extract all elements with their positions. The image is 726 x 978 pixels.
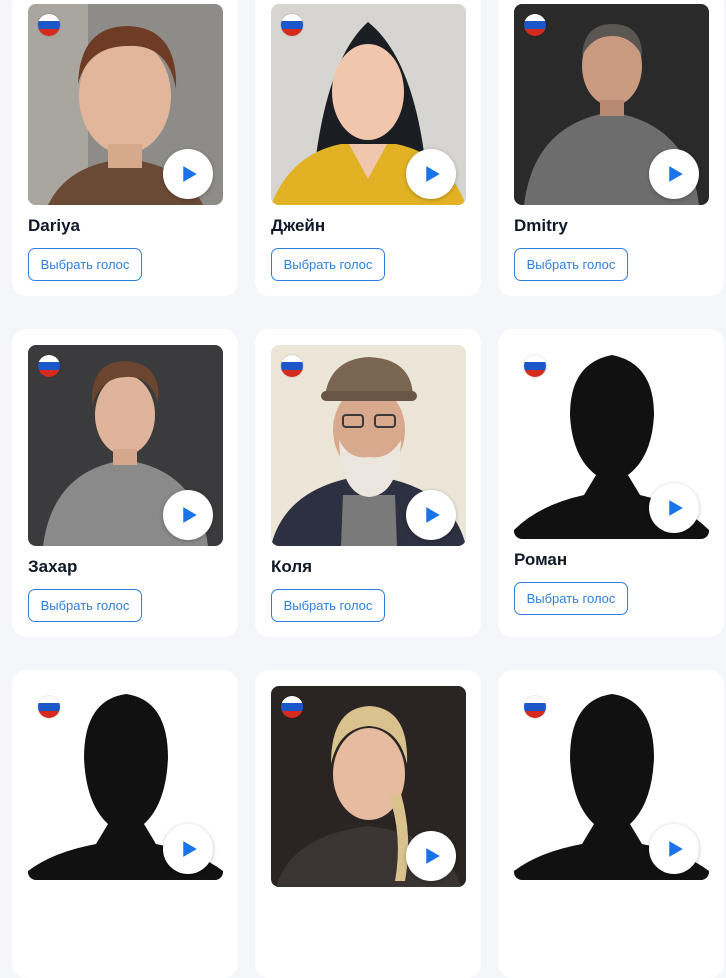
play-icon xyxy=(425,166,440,182)
voice-avatar-photo xyxy=(28,4,223,205)
select-voice-button[interactable]: Выбрать голос xyxy=(271,589,385,622)
voice-name: Dmitry xyxy=(514,216,568,235)
select-voice-button[interactable]: Выбрать голос xyxy=(28,589,142,622)
russia-flag-icon xyxy=(38,14,60,36)
play-button[interactable] xyxy=(163,490,213,540)
voice-name: Захар xyxy=(28,557,78,576)
voice-card xyxy=(255,670,481,978)
play-button[interactable] xyxy=(649,824,699,874)
play-button[interactable] xyxy=(649,483,699,533)
play-icon xyxy=(668,841,683,857)
select-voice-button[interactable]: Выбрать голос xyxy=(271,248,385,281)
russia-flag-icon xyxy=(524,355,546,377)
select-voice-button[interactable]: Выбрать голос xyxy=(514,582,628,615)
russia-flag-icon xyxy=(281,696,303,718)
voice-avatar-photo xyxy=(28,345,223,546)
voice-card xyxy=(498,670,724,978)
play-icon xyxy=(668,166,683,182)
play-button[interactable] xyxy=(406,149,456,199)
voice-card: Коля Выбрать голос xyxy=(255,329,481,637)
voice-avatar-silhouette xyxy=(514,686,709,880)
voice-card: Джейн Выбрать голос xyxy=(255,0,481,296)
voice-avatar-silhouette xyxy=(28,686,223,880)
russia-flag-icon xyxy=(524,696,546,718)
voice-avatar-photo xyxy=(514,4,709,205)
voice-avatar-silhouette xyxy=(514,345,709,539)
voice-name: Dariya xyxy=(28,216,80,235)
play-button[interactable] xyxy=(163,824,213,874)
voice-name: Коля xyxy=(271,557,313,576)
play-icon xyxy=(668,500,683,516)
russia-flag-icon xyxy=(524,14,546,36)
play-button[interactable] xyxy=(406,490,456,540)
play-icon xyxy=(182,841,197,857)
russia-flag-icon xyxy=(38,355,60,377)
voice-avatar-photo xyxy=(271,345,466,546)
play-icon xyxy=(182,166,197,182)
select-voice-button[interactable]: Выбрать голос xyxy=(514,248,628,281)
play-button[interactable] xyxy=(406,831,456,881)
play-button[interactable] xyxy=(649,149,699,199)
voice-avatar-photo xyxy=(271,686,466,887)
voice-card: Роман Выбрать голос xyxy=(498,329,724,637)
voice-card xyxy=(12,670,238,978)
play-button[interactable] xyxy=(163,149,213,199)
select-voice-button[interactable]: Выбрать голос xyxy=(28,248,142,281)
voice-card: Захар Выбрать голос xyxy=(12,329,238,637)
play-icon xyxy=(425,507,440,523)
voice-card: Dmitry Выбрать голос xyxy=(498,0,724,296)
voice-name: Джейн xyxy=(271,216,326,235)
voice-card: Dariya Выбрать голос xyxy=(12,0,238,296)
voice-name: Роман xyxy=(514,550,568,569)
russia-flag-icon xyxy=(281,355,303,377)
voice-avatar-photo xyxy=(271,4,466,205)
russia-flag-icon xyxy=(38,696,60,718)
russia-flag-icon xyxy=(281,14,303,36)
play-icon xyxy=(425,848,440,864)
play-icon xyxy=(182,507,197,523)
